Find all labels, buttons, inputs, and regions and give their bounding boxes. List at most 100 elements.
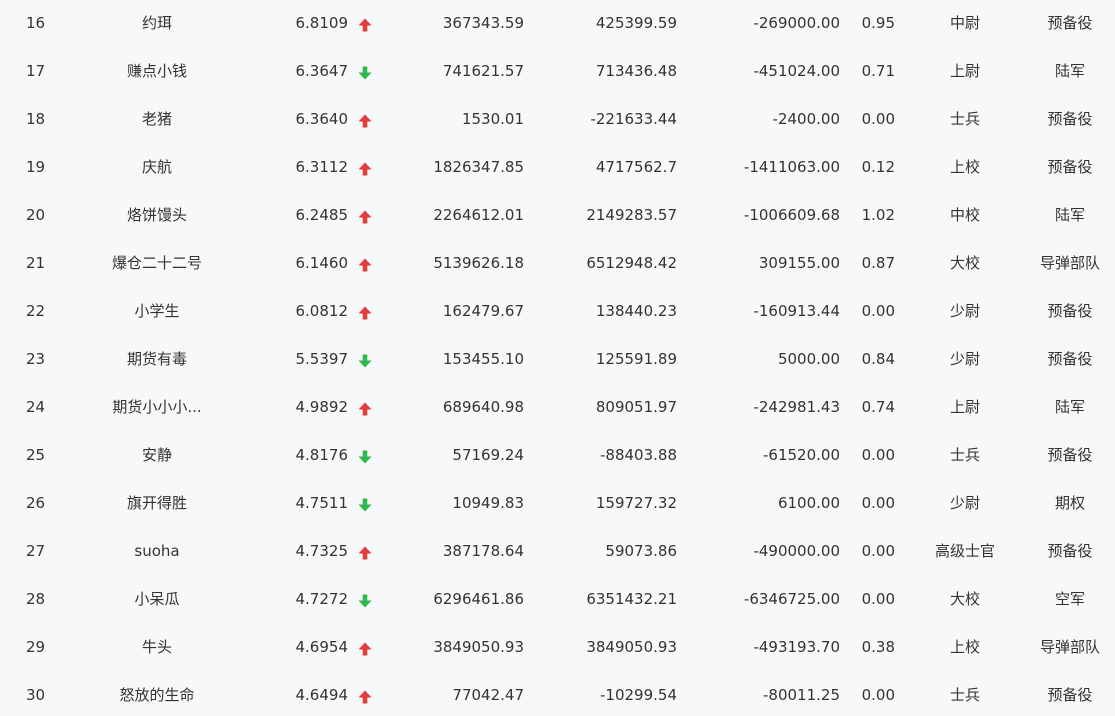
name-cell: 期货小小小... — [112, 398, 202, 416]
branch-cell: 预备役 — [1047, 110, 1093, 128]
value3-cell: -1006609.68 — [743, 206, 840, 224]
rank-cell: 20 — [26, 206, 46, 224]
ratio-cell: 0.00 — [861, 542, 895, 560]
rank-cell: 19 — [26, 158, 46, 176]
trend-cell — [356, 239, 374, 287]
value2-cell: 4717562.7 — [595, 158, 677, 176]
value1-cell: 162479.67 — [442, 302, 524, 320]
table-row: 29 牛头 4.6954 3849050.93 3849050.93 -493193.70… — [0, 623, 1115, 671]
table-row: 24 期货小小小... 4.9892 689640.98 809051.97 -24298… — [0, 383, 1115, 431]
name-cell: 小学生 — [134, 302, 180, 320]
name-cell: 老猪 — [141, 110, 172, 128]
score-cell: 6.2485 — [295, 206, 349, 224]
military-rank-cell: 上尉 — [949, 62, 980, 80]
military-rank-cell: 上尉 — [949, 398, 980, 416]
name-cell: suoha — [134, 542, 180, 560]
name-cell: 小呆瓜 — [134, 590, 180, 608]
rank-cell: 25 — [26, 446, 46, 464]
arrow-up-icon — [358, 642, 372, 656]
table-row: 28 小呆瓜 4.7272 6296461.86 6351432.21 -6346725.… — [0, 575, 1115, 623]
trend-cell — [356, 527, 374, 575]
value2-cell: -88403.88 — [600, 446, 677, 464]
rank-cell: 18 — [26, 110, 46, 128]
military-rank-cell: 大校 — [949, 590, 980, 608]
military-rank-cell: 高级士官 — [934, 542, 995, 560]
rank-cell: 30 — [26, 686, 46, 704]
military-rank-cell: 士兵 — [949, 110, 980, 128]
name-cell: 约珥 — [141, 14, 172, 32]
ratio-cell: 0.00 — [861, 686, 895, 704]
arrow-down-icon — [358, 354, 372, 368]
arrow-up-icon — [358, 546, 372, 560]
value1-cell: 1826347.85 — [433, 158, 524, 176]
score-cell: 4.6494 — [295, 686, 349, 704]
value1-cell: 153455.10 — [442, 350, 524, 368]
ratio-cell: 0.00 — [861, 494, 895, 512]
value2-cell: 6351432.21 — [586, 590, 677, 608]
ratio-cell: 0.00 — [861, 590, 895, 608]
score-cell: 4.7272 — [295, 590, 349, 608]
military-rank-cell: 上校 — [949, 158, 980, 176]
value3-cell: 6100.00 — [777, 494, 840, 512]
military-rank-cell: 中尉 — [949, 14, 980, 32]
arrow-up-icon — [358, 18, 372, 32]
value1-cell: 10949.83 — [452, 494, 524, 512]
rank-cell: 27 — [26, 542, 46, 560]
value1-cell: 6296461.86 — [433, 590, 524, 608]
branch-cell: 预备役 — [1047, 14, 1093, 32]
value2-cell: 6512948.42 — [586, 254, 677, 272]
value1-cell: 741621.57 — [442, 62, 524, 80]
value1-cell: 5139626.18 — [433, 254, 524, 272]
rank-cell: 29 — [26, 638, 46, 656]
value3-cell: -451024.00 — [753, 62, 840, 80]
table-row: 22 小学生 6.0812 162479.67 138440.23 -160913.44 0… — [0, 287, 1115, 335]
branch-cell: 预备役 — [1047, 350, 1093, 368]
trend-cell — [356, 335, 374, 383]
rank-cell: 17 — [26, 62, 46, 80]
branch-cell: 陆军 — [1054, 206, 1085, 224]
value1-cell: 2264612.01 — [433, 206, 524, 224]
value2-cell: 159727.32 — [595, 494, 677, 512]
ratio-cell: 0.87 — [861, 254, 895, 272]
value3-cell: -6346725.00 — [743, 590, 840, 608]
arrow-down-icon — [358, 594, 372, 608]
rank-cell: 22 — [26, 302, 46, 320]
ratio-cell: 0.00 — [861, 110, 895, 128]
score-cell: 6.3647 — [295, 62, 349, 80]
branch-cell: 导弹部队 — [1039, 638, 1100, 656]
rank-cell: 16 — [26, 14, 46, 32]
military-rank-cell: 少尉 — [949, 302, 980, 320]
trend-cell — [356, 431, 374, 479]
ratio-cell: 0.71 — [861, 62, 895, 80]
score-cell: 4.9892 — [295, 398, 349, 416]
value1-cell: 1530.01 — [461, 110, 524, 128]
table-row: 17 赚点小钱 6.3647 741621.57 713436.48 -451024.00… — [0, 47, 1115, 95]
ratio-cell: 0.95 — [861, 14, 895, 32]
branch-cell: 预备役 — [1047, 446, 1093, 464]
arrow-up-icon — [358, 306, 372, 320]
trend-cell — [356, 143, 374, 191]
rank-cell: 21 — [26, 254, 46, 272]
trend-cell — [356, 623, 374, 671]
branch-cell: 导弹部队 — [1039, 254, 1100, 272]
arrow-up-icon — [358, 402, 372, 416]
score-cell: 4.7511 — [295, 494, 349, 512]
table-row: 30 怒放的生命 4.6494 77042.47 -10299.54 -80011.25 0… — [0, 671, 1115, 716]
rank-cell: 26 — [26, 494, 46, 512]
value2-cell: 138440.23 — [595, 302, 677, 320]
military-rank-cell: 士兵 — [949, 686, 980, 704]
table-row: 16 约珥 6.8109 367343.59 425399.59 -269000.00 0.… — [0, 0, 1115, 47]
arrow-up-icon — [358, 258, 372, 272]
trend-cell — [356, 95, 374, 143]
rank-cell: 23 — [26, 350, 46, 368]
value2-cell: 425399.59 — [595, 14, 677, 32]
military-rank-cell: 少尉 — [949, 494, 980, 512]
military-rank-cell: 士兵 — [949, 446, 980, 464]
military-rank-cell: 上校 — [949, 638, 980, 656]
value3-cell: -61520.00 — [763, 446, 840, 464]
value1-cell: 387178.64 — [442, 542, 524, 560]
table-row: 20 烙饼馒头 6.2485 2264612.01 2149283.57 -1006609… — [0, 191, 1115, 239]
score-cell: 6.8109 — [295, 14, 349, 32]
name-cell: 安静 — [141, 446, 172, 464]
trend-cell — [356, 191, 374, 239]
